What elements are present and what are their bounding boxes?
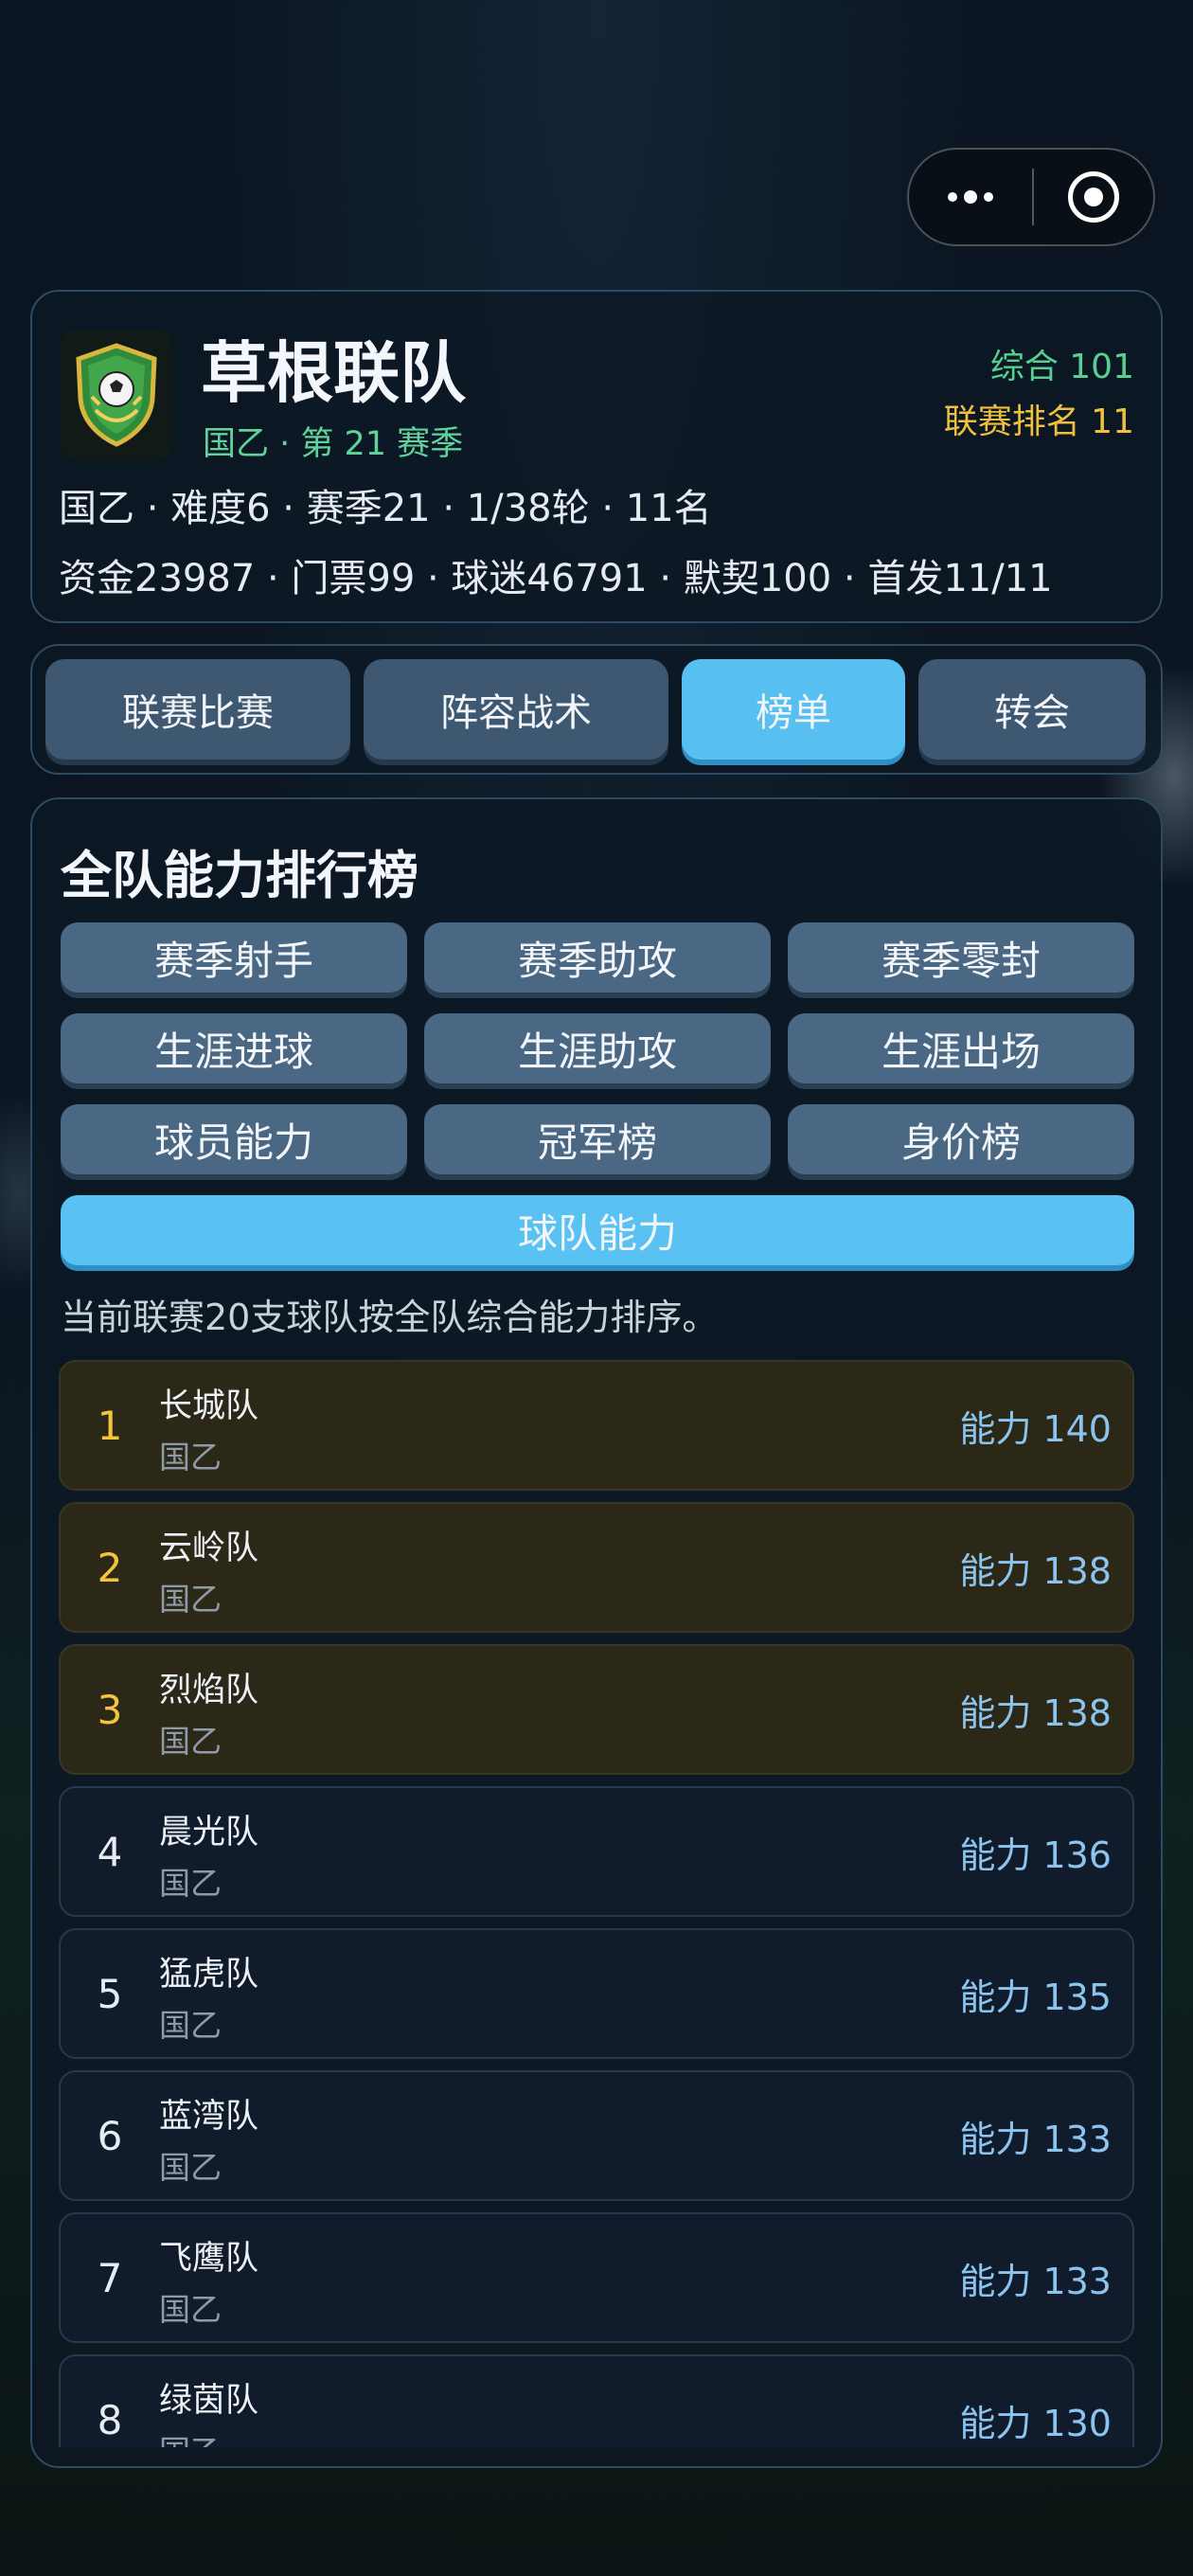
rank-number: 5: [97, 1970, 123, 2017]
team-resources-line: 资金23987 · 门票99 · 球迷46791 · 默契100 · 首发11/…: [59, 557, 1053, 600]
category-season-assists[interactable]: 赛季助攻: [424, 922, 771, 993]
team-name: 蓝湾队: [159, 2098, 259, 2136]
category-team-ability[interactable]: 球队能力: [61, 1195, 1134, 1265]
ranking-row[interactable]: 4 晨光队 国乙 能力 136: [59, 1786, 1134, 1917]
category-career-appearances[interactable]: 生涯出场: [788, 1013, 1134, 1083]
team-power: 能力 133: [959, 2118, 1112, 2160]
team-league: 国乙: [159, 2426, 222, 2447]
tab-transfer[interactable]: 转会: [918, 659, 1146, 760]
ranking-row[interactable]: 5 猛虎队 国乙 能力 135: [59, 1928, 1134, 2059]
team-name: 烈焰队: [159, 1672, 259, 1709]
miniprogram-capsule: [907, 148, 1155, 246]
ranking-title: 全队能力排行榜: [61, 846, 418, 905]
rank-number: 3: [97, 1686, 123, 1733]
rank-number: 4: [97, 1828, 123, 1875]
team-power: 能力 140: [959, 1407, 1112, 1450]
team-league: 国乙: [159, 2007, 222, 2044]
team-power: 能力 136: [959, 1834, 1112, 1876]
team-league: 国乙: [159, 2149, 222, 2186]
ranking-row[interactable]: 3 烈焰队 国乙 能力 138: [59, 1644, 1134, 1775]
tab-rankings[interactable]: 榜单: [682, 659, 905, 760]
team-name: 草根联队: [201, 334, 466, 412]
team-league: 国乙: [159, 1865, 222, 1902]
more-dot-icon: [984, 192, 993, 202]
team-name: 猛虎队: [159, 1956, 259, 1994]
team-league: 国乙: [159, 2291, 222, 2328]
category-season-scorers[interactable]: 赛季射手: [61, 922, 407, 993]
team-name: 飞鹰队: [159, 2240, 259, 2278]
ranking-card: 全队能力排行榜 赛季射手 赛季助攻 赛季零封 生涯进球 生涯助攻 生涯出场 球员…: [30, 797, 1163, 2468]
more-dot-icon: [948, 192, 957, 202]
team-power: 能力 130: [959, 2402, 1112, 2444]
target-icon: [1068, 171, 1119, 223]
ranking-row[interactable]: 7 飞鹰队 国乙 能力 133: [59, 2212, 1134, 2343]
rank-number: 1: [97, 1402, 123, 1449]
close-button[interactable]: [1034, 150, 1153, 244]
ranking-row[interactable]: 2 云岭队 国乙 能力 138: [59, 1502, 1134, 1633]
team-league: 国乙: [159, 1723, 222, 1760]
category-market-value[interactable]: 身价榜: [788, 1104, 1134, 1174]
category-career-assists[interactable]: 生涯助攻: [424, 1013, 771, 1083]
more-dot-icon: [964, 190, 977, 204]
team-league-season: 国乙 · 第 21 赛季: [203, 425, 464, 463]
team-name: 晨光队: [159, 1814, 259, 1852]
rank-number: 7: [97, 2254, 123, 2301]
team-logo: [61, 330, 172, 460]
more-button[interactable]: [909, 150, 1032, 244]
team-name: 长城队: [159, 1387, 259, 1425]
team-league: 国乙: [159, 1581, 222, 1618]
team-info-card: 草根联队 国乙 · 第 21 赛季 综合 101 联赛排名 11 国乙 · 难度…: [30, 290, 1163, 623]
team-name: 绿茵队: [159, 2382, 259, 2420]
rank-number: 6: [97, 2112, 123, 2159]
team-name: 云岭队: [159, 1530, 259, 1567]
ranking-row[interactable]: 1 长城队 国乙 能力 140: [59, 1360, 1134, 1491]
team-power: 能力 135: [959, 1976, 1112, 2018]
team-power: 能力 138: [959, 1691, 1112, 1734]
team-power: 能力 133: [959, 2260, 1112, 2302]
league-rank: 联赛排名 11: [943, 402, 1134, 441]
ranking-description: 当前联赛20支球队按全队综合能力排序。: [61, 1297, 719, 1338]
rank-number: 8: [97, 2396, 123, 2443]
category-career-goals[interactable]: 生涯进球: [61, 1013, 407, 1083]
team-league: 国乙: [159, 1439, 222, 1476]
team-rating: 综合 101: [989, 348, 1134, 386]
ranking-row[interactable]: 6 蓝湾队 国乙 能力 133: [59, 2070, 1134, 2201]
category-season-clean-sheets[interactable]: 赛季零封: [788, 922, 1134, 993]
rank-number: 2: [97, 1544, 123, 1591]
team-power: 能力 138: [959, 1549, 1112, 1592]
ranking-row[interactable]: 8 绿茵队 国乙 能力 130: [59, 2354, 1134, 2447]
category-player-ability[interactable]: 球员能力: [61, 1104, 407, 1174]
tab-lineup-tactics[interactable]: 阵容战术: [364, 659, 668, 760]
ranking-list: 1 长城队 国乙 能力 140 2 云岭队 国乙 能力 138 3 烈焰队 国乙…: [59, 1360, 1136, 2447]
category-champions[interactable]: 冠军榜: [424, 1104, 771, 1174]
tab-league-match[interactable]: 联赛比赛: [45, 659, 350, 760]
main-tabs: 联赛比赛 阵容战术 榜单 转会: [30, 644, 1163, 775]
team-status-line: 国乙 · 难度6 · 赛季21 · 1/38轮 · 11名: [59, 487, 712, 530]
